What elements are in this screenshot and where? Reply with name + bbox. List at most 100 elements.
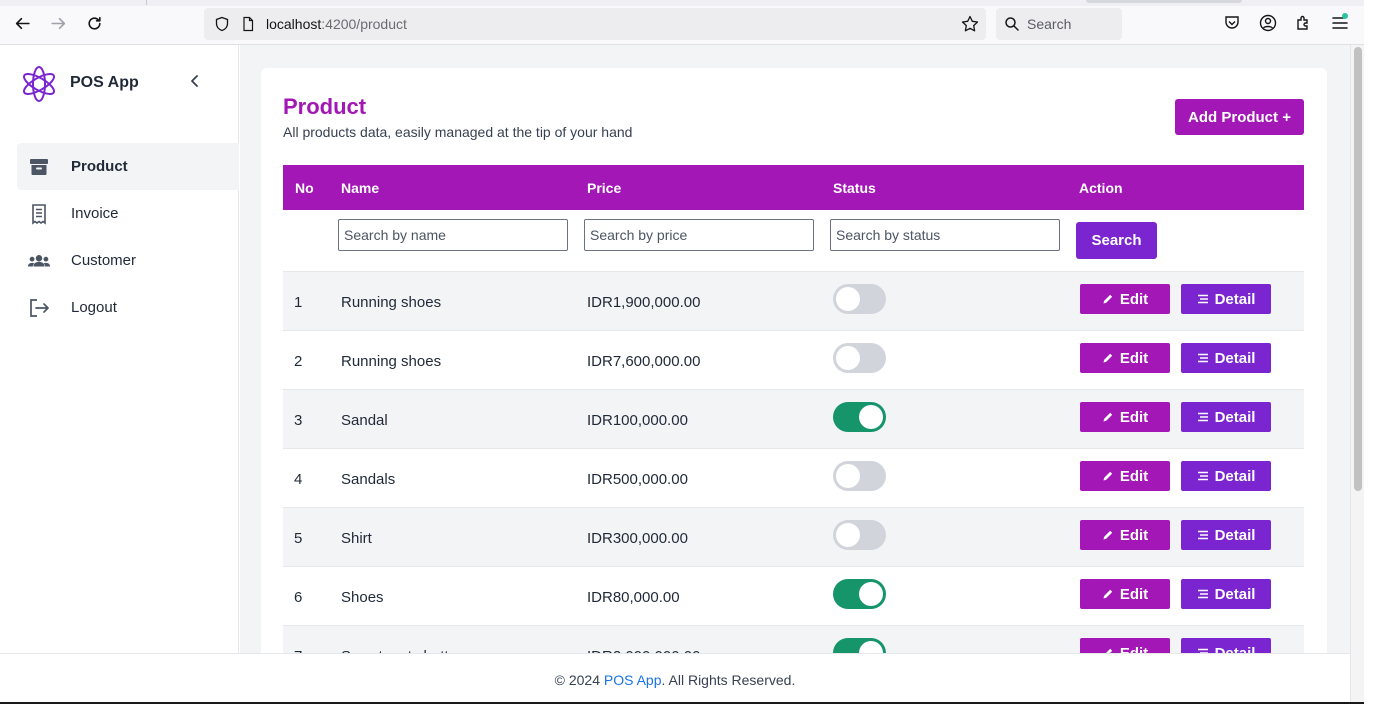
sidebar-item-logout[interactable]: Logout — [17, 284, 239, 331]
cell-no: 2 — [294, 353, 303, 370]
table-row: 7Sweatpants buttIDR2,000,000.00EditDetai… — [283, 625, 1304, 653]
edit-label: Edit — [1119, 585, 1149, 603]
forward-button[interactable] — [47, 12, 69, 34]
cell-price: IDR100,000.00 — [587, 412, 688, 429]
table-row: 1 Running shoes IDR1,900,000.00 Edit Detail — [283, 271, 1304, 330]
browser-toolbar: localhost:4200/product Search — [0, 0, 1364, 45]
app-name: POS App — [70, 74, 139, 91]
pencil-icon — [1103, 353, 1113, 363]
cell-price: IDR500,000.00 — [587, 471, 688, 488]
sidebar-item-invoice[interactable]: Invoice — [17, 190, 239, 237]
toggle-knob — [859, 405, 883, 429]
status-toggle[interactable] — [833, 284, 886, 314]
reload-button[interactable] — [83, 12, 105, 34]
toggle-knob — [836, 346, 860, 370]
cell-price: IDR7,600,000.00 — [587, 353, 701, 370]
edit-button[interactable]: Edit — [1080, 638, 1170, 653]
cell-no: 3 — [294, 412, 303, 429]
toggle-knob — [836, 523, 860, 547]
pocket-icon[interactable] — [1222, 13, 1242, 33]
star-icon[interactable] — [960, 14, 980, 34]
url-host: localhost — [266, 16, 322, 32]
search-by-name-input[interactable] — [338, 219, 568, 251]
status-toggle[interactable] — [833, 402, 886, 432]
sidebar-item-label: Product — [71, 158, 128, 175]
status-toggle[interactable] — [833, 579, 886, 609]
sidebar-item-customer[interactable]: Customer — [17, 237, 239, 284]
search-by-price-input[interactable] — [584, 219, 814, 251]
table-body: 1 Running shoes IDR1,900,000.00 Edit Detail 2… — [283, 271, 1304, 653]
sidebar-item-product[interactable]: Product — [17, 143, 239, 190]
detail-button[interactable]: Detail — [1181, 284, 1271, 314]
cell-name: Sandals — [341, 471, 396, 488]
table-row: 6 Shoes IDR80,000.00 Edit Detail — [283, 566, 1304, 625]
column-header-status: Status — [833, 180, 876, 196]
page-subtitle: All products data, easily managed at the… — [283, 124, 633, 140]
footer-text: © 2024 POS App. All Rights Reserved. — [0, 672, 1350, 688]
detail-button[interactable]: Detail — [1181, 638, 1271, 653]
shield-icon[interactable] — [214, 16, 230, 32]
edit-button[interactable]: Edit — [1080, 520, 1170, 550]
detail-button[interactable]: Detail — [1181, 579, 1271, 609]
edit-button[interactable]: Edit — [1080, 284, 1170, 314]
list-icon — [1197, 589, 1208, 599]
detail-label: Detail — [1214, 467, 1256, 485]
column-header-action: Action — [1079, 180, 1123, 196]
pencil-icon — [1103, 589, 1113, 599]
table-row: 3 Sandal IDR100,000.00 Edit Detail — [283, 389, 1304, 448]
sidebar: POS App Product Invoice Customer Logout — [0, 45, 239, 653]
detail-button[interactable]: Detail — [1181, 520, 1271, 550]
scrollbar-thumb[interactable] — [1354, 47, 1362, 491]
edit-button[interactable]: Edit — [1080, 402, 1170, 432]
detail-button[interactable]: Detail — [1181, 343, 1271, 373]
sidebar-item-label: Customer — [71, 252, 137, 269]
account-icon[interactable] — [1258, 13, 1278, 33]
cell-no: 5 — [294, 530, 303, 547]
detail-button[interactable]: Detail — [1181, 461, 1271, 491]
address-bar[interactable]: localhost:4200/product — [204, 8, 986, 40]
edit-button[interactable]: Edit — [1080, 343, 1170, 373]
edit-label: Edit — [1119, 349, 1149, 367]
edit-label: Edit — [1119, 408, 1149, 426]
search-by-status-input[interactable] — [830, 219, 1060, 251]
edit-label: Edit — [1119, 290, 1149, 308]
status-toggle[interactable] — [833, 343, 886, 373]
footer-brand-link[interactable]: POS App — [604, 672, 662, 688]
users-icon — [27, 249, 51, 273]
search-icon — [1005, 17, 1019, 31]
cell-price: IDR80,000.00 — [587, 589, 680, 606]
list-icon — [1197, 294, 1208, 304]
extensions-icon[interactable] — [1294, 13, 1314, 33]
cell-name: Running shoes — [341, 294, 442, 311]
cell-name: Sandal — [341, 412, 388, 429]
back-button[interactable] — [11, 12, 33, 34]
page-icon — [243, 16, 254, 32]
detail-button[interactable]: Detail — [1181, 402, 1271, 432]
edit-button[interactable]: Edit — [1080, 579, 1170, 609]
url-path: :4200/product — [321, 16, 407, 32]
search-button[interactable]: Search — [1076, 222, 1157, 259]
reload-icon — [87, 16, 101, 30]
add-product-button[interactable]: Add Product + — [1175, 99, 1304, 135]
toggle-knob — [859, 641, 883, 653]
cell-name: Shirt — [341, 530, 372, 547]
edit-button[interactable]: Edit — [1080, 461, 1170, 491]
column-header-name: Name — [341, 180, 380, 196]
toggle-knob — [836, 464, 860, 488]
status-toggle[interactable] — [833, 461, 886, 491]
page-scrollbar[interactable] — [1350, 45, 1364, 704]
chevron-left-icon[interactable] — [186, 72, 204, 90]
archive-box-icon — [27, 155, 51, 179]
browser-search-box[interactable]: Search — [996, 8, 1122, 40]
sidebar-item-label: Logout — [71, 299, 117, 316]
notification-dot — [1342, 13, 1348, 19]
status-toggle[interactable] — [833, 638, 886, 653]
table-row: 5 Shirt IDR300,000.00 Edit Detail — [283, 507, 1304, 566]
page-title: Product — [283, 94, 367, 119]
column-header-no: No — [295, 180, 314, 196]
sidebar-item-label: Invoice — [71, 205, 119, 222]
detail-label: Detail — [1214, 526, 1256, 544]
status-toggle[interactable] — [833, 520, 886, 550]
main-content: Product All products data, easily manage… — [240, 45, 1350, 653]
filter-row: Search — [283, 210, 1304, 271]
